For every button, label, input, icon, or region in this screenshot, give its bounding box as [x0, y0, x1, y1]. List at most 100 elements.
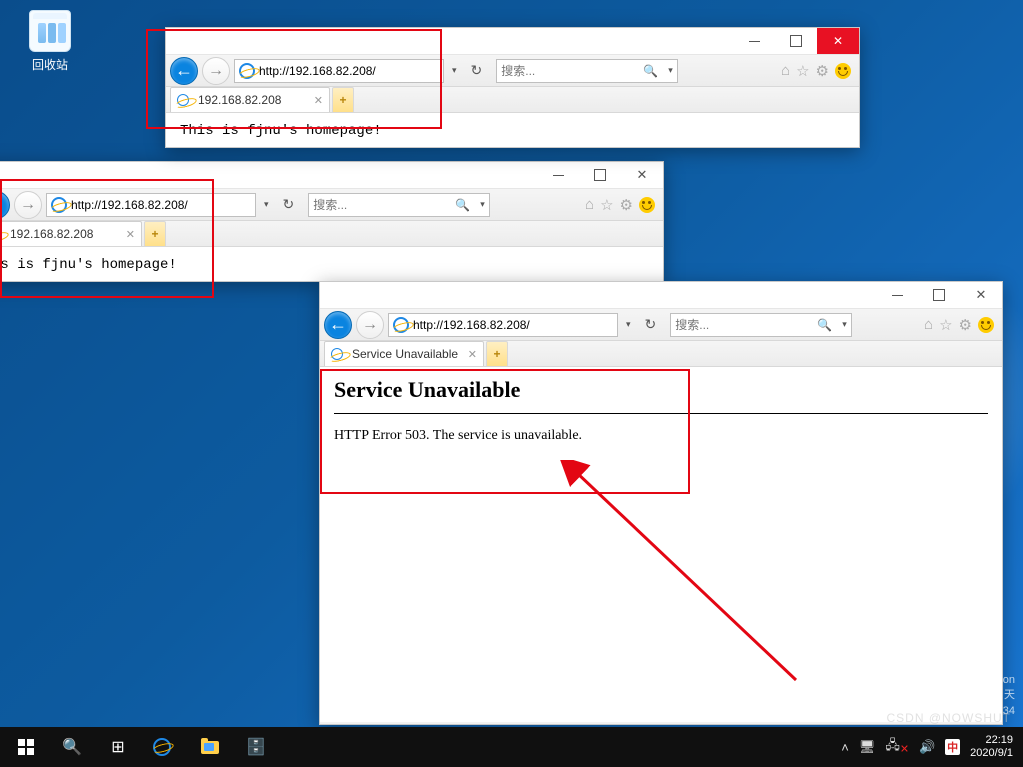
ie-taskbar-icon[interactable]: [142, 727, 186, 767]
address-dropdown-icon[interactable]: ▾: [622, 319, 635, 330]
close-button[interactable]: ✕: [621, 162, 663, 188]
home-icon[interactable]: ⌂: [781, 62, 790, 79]
new-tab-button[interactable]: +: [144, 221, 166, 246]
toolbar: ▾ ↻ 🔍 ▾ ⌂ ☆ ⚙: [166, 55, 859, 87]
tray-chevron-icon[interactable]: ˄: [841, 740, 849, 755]
search-input[interactable]: [671, 318, 811, 332]
feedback-icon[interactable]: [835, 63, 851, 79]
tab-icon: [177, 94, 189, 106]
search-dropdown-icon[interactable]: ▾: [838, 319, 851, 330]
tab-close-icon[interactable]: ✕: [126, 228, 135, 241]
ie-icon: [239, 63, 255, 79]
ie-window-2[interactable]: ✕ ▾ ↻ 🔍 ▾ ⌂ ☆ ⚙ 192.168.82.208 ✕ + is: [0, 161, 664, 282]
search-icon[interactable]: 🔍: [449, 198, 476, 212]
refresh-button[interactable]: ↻: [465, 62, 489, 79]
taskbar[interactable]: 🔍 ⊞ 🗄️ ˄ 🖥 🖧✕ 🔊 中 22:19 2020/9/1: [0, 727, 1023, 767]
tab-bar: 192.168.82.208 ✕ +: [166, 87, 859, 113]
back-button[interactable]: [324, 311, 352, 339]
search-dropdown-icon[interactable]: ▾: [664, 65, 677, 76]
back-button[interactable]: [170, 57, 198, 85]
explorer-taskbar-icon[interactable]: [188, 727, 232, 767]
search-taskbar-icon[interactable]: 🔍: [50, 727, 94, 767]
recycle-bin-icon: [29, 10, 71, 52]
maximize-button[interactable]: [918, 282, 960, 308]
tools-icon[interactable]: ⚙: [620, 196, 633, 214]
tools-icon[interactable]: ⚙: [959, 316, 972, 334]
tab-close-icon[interactable]: ✕: [314, 94, 323, 107]
refresh-button[interactable]: ↻: [639, 316, 663, 333]
minimize-button[interactable]: [876, 282, 918, 308]
tray-network-icon[interactable]: 🖧✕: [885, 736, 909, 758]
feedback-icon[interactable]: [978, 317, 994, 333]
toolbar: ▾ ↻ 🔍 ▾ ⌂ ☆ ⚙: [0, 189, 663, 221]
error-heading: Service Unavailable: [334, 377, 988, 403]
recycle-bin-label: 回收站: [20, 56, 80, 73]
search-bar[interactable]: 🔍 ▾: [496, 59, 677, 83]
page-content: is is fjnu's homepage!: [0, 247, 663, 281]
close-button[interactable]: [817, 28, 859, 54]
search-bar[interactable]: 🔍 ▾: [308, 193, 489, 217]
ie-window-1[interactable]: ▾ ↻ 🔍 ▾ ⌂ ☆ ⚙ 192.168.82.208 ✕ + This is…: [165, 27, 860, 148]
tab-bar: Service Unavailable ✕ +: [320, 341, 1002, 367]
maximize-button[interactable]: [579, 162, 621, 188]
home-icon[interactable]: ⌂: [924, 316, 933, 333]
address-bar[interactable]: [46, 193, 256, 217]
clock[interactable]: 22:19 2020/9/1: [970, 734, 1013, 760]
favorites-icon[interactable]: ☆: [600, 196, 613, 214]
titlebar[interactable]: ✕: [320, 282, 1002, 309]
new-tab-button[interactable]: +: [332, 87, 354, 112]
forward-button[interactable]: [356, 311, 384, 339]
url-input[interactable]: [71, 198, 251, 212]
address-bar[interactable]: [234, 59, 444, 83]
taskview-icon[interactable]: ⊞: [96, 727, 140, 767]
new-tab-button[interactable]: +: [486, 341, 508, 366]
page-text: This is fjnu's homepage!: [180, 123, 382, 139]
ime-indicator[interactable]: 中: [945, 739, 960, 755]
clock-time: 22:19: [970, 734, 1013, 747]
tab-active[interactable]: Service Unavailable ✕: [324, 341, 484, 366]
server-manager-icon[interactable]: 🗄️: [234, 727, 278, 767]
titlebar[interactable]: ✕: [0, 162, 663, 189]
address-bar[interactable]: [388, 313, 618, 337]
tab-close-icon[interactable]: ✕: [468, 348, 477, 361]
address-dropdown-icon[interactable]: ▾: [448, 65, 461, 76]
tab-title: 192.168.82.208: [10, 227, 93, 241]
tab-bar: 192.168.82.208 ✕ +: [0, 221, 663, 247]
tab-title: Service Unavailable: [352, 347, 458, 361]
search-icon[interactable]: 🔍: [811, 318, 838, 332]
maximize-button[interactable]: [775, 28, 817, 54]
search-dropdown-icon[interactable]: ▾: [476, 199, 489, 210]
minimize-button[interactable]: [537, 162, 579, 188]
tray-volume-icon[interactable]: 🔊: [919, 739, 935, 755]
url-input[interactable]: [413, 318, 613, 332]
favorites-icon[interactable]: ☆: [939, 316, 952, 334]
recycle-bin[interactable]: 回收站: [20, 10, 80, 73]
forward-button[interactable]: [202, 57, 230, 85]
url-input[interactable]: [259, 64, 439, 78]
toolbar: ▾ ↻ 🔍 ▾ ⌂ ☆ ⚙: [320, 309, 1002, 341]
titlebar[interactable]: [166, 28, 859, 55]
search-icon[interactable]: 🔍: [637, 64, 664, 78]
divider: [334, 413, 988, 414]
feedback-icon[interactable]: [639, 197, 655, 213]
address-dropdown-icon[interactable]: ▾: [260, 199, 273, 210]
ie-window-3[interactable]: ✕ ▾ ↻ 🔍 ▾ ⌂ ☆ ⚙ Service Unavailable ✕ +: [319, 281, 1003, 725]
home-icon[interactable]: ⌂: [585, 196, 594, 213]
search-input[interactable]: [497, 64, 637, 78]
minimize-button[interactable]: [733, 28, 775, 54]
search-bar[interactable]: 🔍 ▾: [670, 313, 851, 337]
page-content: Service Unavailable HTTP Error 503. The …: [320, 367, 1002, 722]
tab-active[interactable]: 192.168.82.208 ✕: [170, 87, 330, 112]
close-button[interactable]: ✕: [960, 282, 1002, 308]
back-button[interactable]: [0, 191, 10, 219]
start-button[interactable]: [4, 727, 48, 767]
tab-icon: [331, 348, 343, 360]
csdn-watermark: CSDN @NOWSHUT: [886, 711, 1011, 725]
tray-display-icon[interactable]: 🖥: [859, 739, 876, 755]
refresh-button[interactable]: ↻: [277, 196, 301, 213]
forward-button[interactable]: [14, 191, 42, 219]
tab-active[interactable]: 192.168.82.208 ✕: [0, 221, 142, 246]
tools-icon[interactable]: ⚙: [816, 62, 829, 80]
search-input[interactable]: [309, 198, 449, 212]
favorites-icon[interactable]: ☆: [796, 62, 809, 80]
